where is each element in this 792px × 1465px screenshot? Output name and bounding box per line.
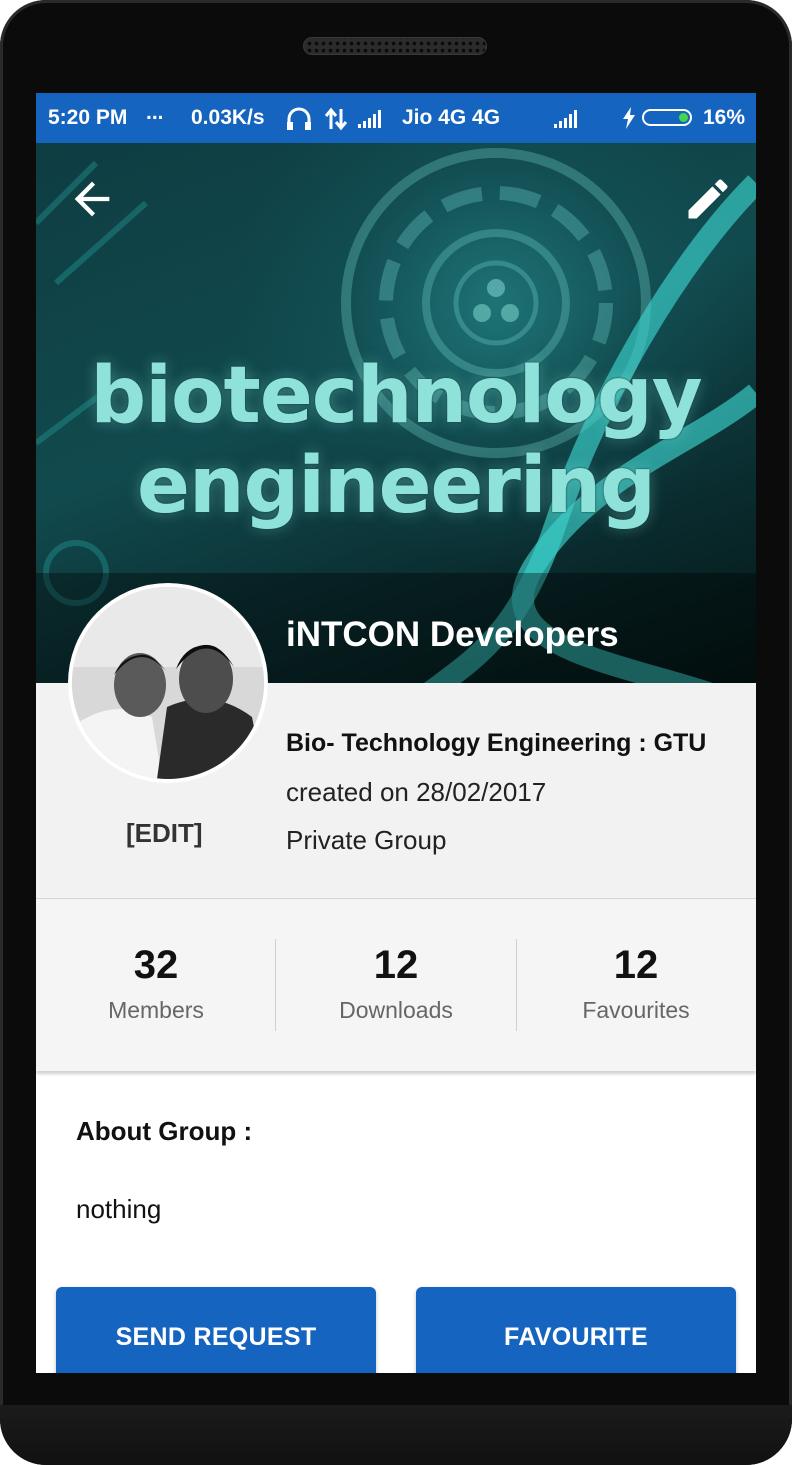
stat-members[interactable]: 32 Members [36, 939, 276, 1024]
cover-text-line: biotechnology [90, 351, 702, 441]
status-network-speed: 0.03K/s [191, 106, 265, 129]
status-time: 5:20 PM [48, 106, 128, 129]
group-avatar[interactable] [68, 583, 268, 783]
phone-chin [0, 1405, 792, 1465]
battery-icon [642, 109, 692, 126]
stat-favourites[interactable]: 12 Favourites [516, 939, 756, 1024]
speaker-grille [303, 37, 487, 55]
arrow-back-icon[interactable] [66, 173, 118, 225]
stat-label: Members [108, 997, 204, 1023]
headset-icon [287, 107, 311, 130]
pencil-icon[interactable] [682, 173, 734, 225]
stat-value: 12 [373, 943, 419, 987]
signal-icon [554, 108, 577, 128]
cover-text-line: engineering [137, 441, 656, 531]
signal-icon [358, 108, 381, 128]
status-overflow-dots: ... [146, 101, 164, 124]
avatar-photo [72, 587, 264, 779]
group-stats: 32 Members 12 Downloads 12 Favourites [36, 899, 756, 1071]
stat-value: 12 [613, 943, 659, 987]
group-privacy: Private Group [286, 825, 447, 855]
stat-value: 32 [133, 943, 179, 987]
edit-avatar-link[interactable]: [EDIT] [126, 818, 203, 849]
status-bar: 5:20 PM ... 0.03K/s Jio 4G 4G 16% [36, 93, 756, 143]
group-title: Bio- Technology Engineering : GTU [286, 729, 707, 757]
data-arrows-icon [324, 107, 348, 131]
created-date: created on 28/02/2017 [286, 777, 547, 807]
battery-percent: 16% [703, 106, 746, 129]
group-name: iNTCON Developers [286, 615, 619, 654]
send-request-button[interactable]: SEND REQUEST [56, 1287, 376, 1373]
favourite-button[interactable]: FAVOURITE [416, 1287, 736, 1373]
phone-frame: 5:20 PM ... 0.03K/s Jio 4G 4G 16% biotec… [0, 0, 792, 1465]
about-heading: About Group : [76, 1116, 253, 1146]
status-carrier: Jio 4G 4G [402, 106, 501, 129]
stat-downloads[interactable]: 12 Downloads [276, 939, 516, 1024]
stat-label: Downloads [339, 997, 453, 1023]
charging-icon [623, 107, 635, 129]
stat-label: Favourites [582, 997, 690, 1023]
app-screen: 5:20 PM ... 0.03K/s Jio 4G 4G 16% biotec… [36, 93, 756, 1373]
about-text: nothing [76, 1194, 162, 1224]
